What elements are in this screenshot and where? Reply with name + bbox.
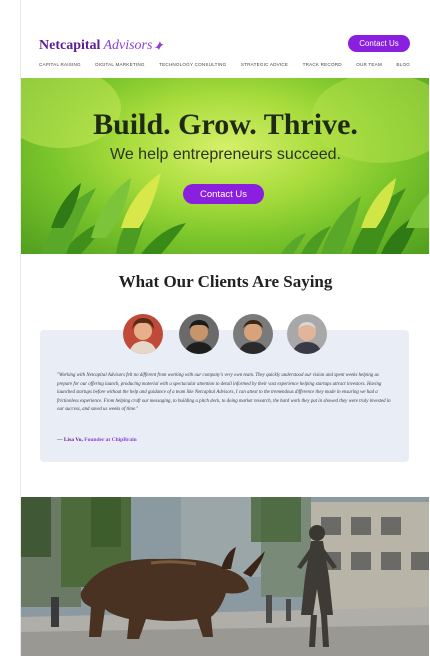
page: Netcapital Advisors Contact Us Capital Ra… <box>20 0 429 656</box>
hero-contact-button[interactable]: Contact Us <box>183 184 264 204</box>
nav-digital-marketing[interactable]: Digital Marketing <box>95 62 144 67</box>
hero-leaves-image <box>21 78 429 254</box>
logo-brand: Netcapital <box>39 38 101 53</box>
nav-capital-raising[interactable]: Capital Raising <box>39 62 81 67</box>
author-name: — Lisa Vo, <box>57 437 83 443</box>
quote-author: — Lisa Vo, Founder at ChipBrain <box>57 437 137 443</box>
avatar-4[interactable] <box>287 314 327 354</box>
nav-our-team[interactable]: Our Team <box>356 62 382 67</box>
quote-text: "Working with Netcapital Advisors felt n… <box>57 373 391 413</box>
main-nav: Capital Raising Digital Marketing Techno… <box>39 62 410 67</box>
logo-sub: Advisors <box>103 38 153 53</box>
avatar-1[interactable] <box>123 314 163 354</box>
street-photo-image <box>21 497 429 656</box>
avatar-2[interactable] <box>179 314 219 354</box>
bull-and-girl-photo <box>21 497 429 656</box>
author-role: Founder at ChipBrain <box>84 437 137 443</box>
hero-section: Build. Grow. Thrive. We help entrepreneu… <box>21 78 429 254</box>
logo[interactable]: Netcapital Advisors <box>39 36 165 54</box>
nav-strategic-advice[interactable]: Strategic Advice <box>241 62 288 67</box>
testimonials-title: What Our Clients Are Saying <box>118 272 333 291</box>
nav-track-record[interactable]: Track Record <box>303 62 342 67</box>
testimonials-section: What Our Clients Are Saying "Working wit… <box>21 254 429 497</box>
nav-blog[interactable]: Blog <box>396 62 410 67</box>
avatar-3[interactable] <box>233 314 273 354</box>
site-header: Netcapital Advisors Contact Us Capital Ra… <box>21 0 429 78</box>
swoosh-icon <box>154 41 165 50</box>
avatar-row <box>21 314 429 354</box>
hero-subtitle: We help entrepreneurs succeed. <box>110 146 341 163</box>
hero-title: Build. Grow. Thrive. <box>93 108 358 141</box>
nav-technology-consulting[interactable]: Technology Consulting <box>159 62 226 67</box>
header-contact-button[interactable]: Contact Us <box>348 35 410 52</box>
